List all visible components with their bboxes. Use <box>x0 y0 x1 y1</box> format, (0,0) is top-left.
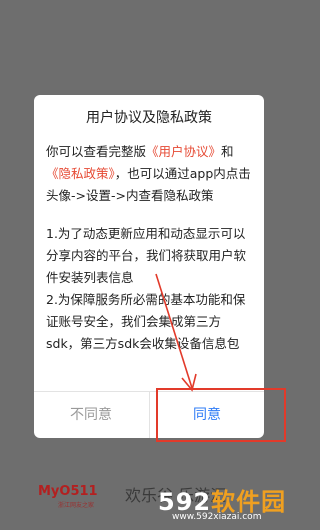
privacy-policy-link[interactable]: 《隐私政策》 <box>46 166 115 181</box>
user-agreement-link[interactable]: 《用户协议》 <box>146 144 221 159</box>
privacy-dialog: 用户协议及隐私政策 你可以查看完整版《用户协议》和《隐私政策》，也可以通过app… <box>34 95 264 438</box>
watermark-url: www.592xiazai.com <box>172 512 262 522</box>
and-text: 和 <box>221 144 234 159</box>
myo511-logo-sub: 浙江网友之家 <box>58 502 95 509</box>
dialog-title: 用户协议及隐私政策 <box>86 110 212 126</box>
highlight-box <box>156 388 286 442</box>
intro-paragraph: 你可以查看完整版《用户协议》和《隐私政策》，也可以通过app内点击头像->设置-… <box>46 141 254 207</box>
myo511-logo: MyO511 <box>38 484 98 499</box>
annotation-arrow <box>155 273 197 392</box>
disagree-button[interactable]: 不同意 <box>34 392 148 438</box>
intro-text: 你可以查看完整版 <box>46 144 147 159</box>
